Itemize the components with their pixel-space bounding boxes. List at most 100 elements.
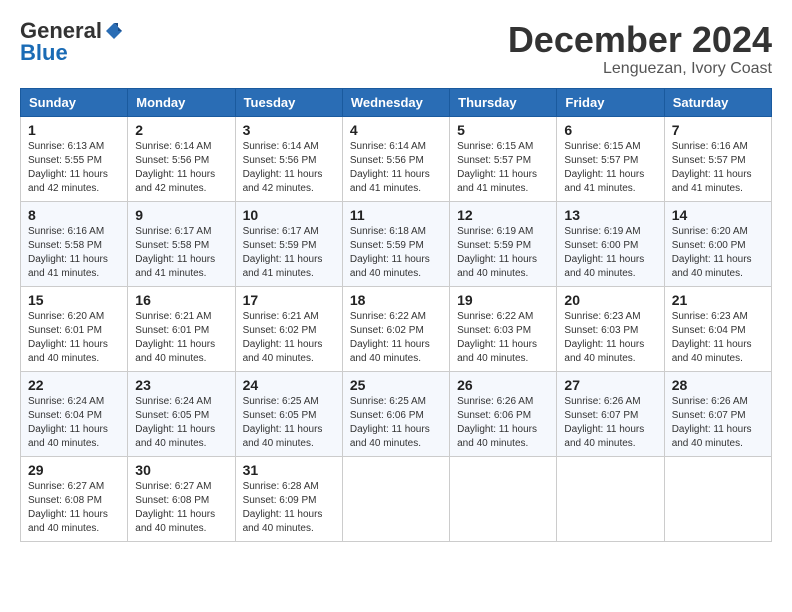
day-number: 8 [28,207,120,223]
day-number: 14 [672,207,764,223]
calendar-cell: 25 Sunrise: 6:25 AMSunset: 6:06 PMDayligh… [342,371,449,456]
day-info: Sunrise: 6:24 AMSunset: 6:05 PMDaylight:… [135,395,227,451]
calendar-cell [450,456,557,541]
day-number: 25 [350,377,442,393]
calendar-cell: 8 Sunrise: 6:16 AMSunset: 5:58 PMDaylight… [21,201,128,286]
day-info: Sunrise: 6:15 AMSunset: 5:57 PMDaylight:… [457,140,549,196]
day-number: 7 [672,122,764,138]
calendar-cell: 11Sunrise: 6:18 AMSunset: 5:59 PMDayligh… [342,201,449,286]
calendar-cell: 5 Sunrise: 6:15 AMSunset: 5:57 PMDaylight… [450,116,557,201]
calendar-cell: 4 Sunrise: 6:14 AMSunset: 5:56 PMDaylight… [342,116,449,201]
calendar-cell: 28 Sunrise: 6:26 AMSunset: 6:07 PMDayligh… [664,371,771,456]
calendar-cell: 7 Sunrise: 6:16 AMSunset: 5:57 PMDaylight… [664,116,771,201]
day-info: Sunrise: 6:17 AMSunset: 5:58 PMDaylight:… [135,225,227,281]
calendar-cell: 14 Sunrise: 6:20 AMSunset: 6:00 PMDayligh… [664,201,771,286]
weekday-header-row: SundayMondayTuesdayWednesdayThursdayFrid… [21,88,772,116]
calendar-cell: 19Sunrise: 6:22 AMSunset: 6:03 PMDayligh… [450,286,557,371]
calendar-cell: 15 Sunrise: 6:20 AMSunset: 6:01 PMDayligh… [21,286,128,371]
day-number: 30 [135,462,227,478]
day-number: 26 [457,377,549,393]
day-number: 29 [28,462,120,478]
calendar-cell: 21 Sunrise: 6:23 AMSunset: 6:04 PMDayligh… [664,286,771,371]
day-number: 1 [28,122,120,138]
calendar-cell: 6 Sunrise: 6:15 AMSunset: 5:57 PMDaylight… [557,116,664,201]
calendar-cell: 18 Sunrise: 6:22 AMSunset: 6:02 PMDayligh… [342,286,449,371]
weekday-header: Tuesday [235,88,342,116]
day-info: Sunrise: 6:14 AMSunset: 5:56 PMDaylight:… [350,140,442,196]
day-info: Sunrise: 6:21 AMSunset: 6:01 PMDaylight:… [135,310,227,366]
calendar-table: SundayMondayTuesdayWednesdayThursdayFrid… [20,88,772,542]
day-info: Sunrise: 6:21 AMSunset: 6:02 PMDaylight:… [243,310,335,366]
calendar-cell: 17 Sunrise: 6:21 AMSunset: 6:02 PMDayligh… [235,286,342,371]
calendar-cell: 22Sunrise: 6:24 AMSunset: 6:04 PMDayligh… [21,371,128,456]
day-number: 28 [672,377,764,393]
calendar-cell: 29 Sunrise: 6:27 AMSunset: 6:08 PMDayligh… [21,456,128,541]
day-info: Sunrise: 6:23 AMSunset: 6:04 PMDaylight:… [672,310,764,366]
day-number: 23 [135,377,227,393]
calendar-cell: 9 Sunrise: 6:17 AMSunset: 5:58 PMDaylight… [128,201,235,286]
calendar-cell: 20Sunrise: 6:23 AMSunset: 6:03 PMDayligh… [557,286,664,371]
calendar-cell: 3 Sunrise: 6:14 AMSunset: 5:56 PMDaylight… [235,116,342,201]
calendar-cell [342,456,449,541]
day-info: Sunrise: 6:25 AMSunset: 6:06 PMDaylight:… [350,395,442,451]
day-info: Sunrise: 6:14 AMSunset: 5:56 PMDaylight:… [243,140,335,196]
calendar-cell: 16 Sunrise: 6:21 AMSunset: 6:01 PMDayligh… [128,286,235,371]
calendar-cell: 13Sunrise: 6:19 AMSunset: 6:00 PMDayligh… [557,201,664,286]
weekday-header: Thursday [450,88,557,116]
day-number: 18 [350,292,442,308]
day-info: Sunrise: 6:19 AMSunset: 5:59 PMDaylight:… [457,225,549,281]
day-info: Sunrise: 6:28 AMSunset: 6:09 PMDaylight:… [243,480,335,536]
day-info: Sunrise: 6:20 AMSunset: 6:00 PMDaylight:… [672,225,764,281]
logo-general-text: General [20,20,102,42]
day-info: Sunrise: 6:26 AMSunset: 6:07 PMDaylight:… [672,395,764,451]
day-info: Sunrise: 6:20 AMSunset: 6:01 PMDaylight:… [28,310,120,366]
calendar-cell: 23 Sunrise: 6:24 AMSunset: 6:05 PMDayligh… [128,371,235,456]
day-number: 12 [457,207,549,223]
calendar-cell: 31Sunrise: 6:28 AMSunset: 6:09 PMDayligh… [235,456,342,541]
day-info: Sunrise: 6:16 AMSunset: 5:58 PMDaylight:… [28,225,120,281]
calendar-cell: 1Sunrise: 6:13 AMSunset: 5:55 PMDaylight… [21,116,128,201]
day-number: 10 [243,207,335,223]
day-info: Sunrise: 6:14 AMSunset: 5:56 PMDaylight:… [135,140,227,196]
day-number: 21 [672,292,764,308]
day-info: Sunrise: 6:19 AMSunset: 6:00 PMDaylight:… [564,225,656,281]
day-info: Sunrise: 6:16 AMSunset: 5:57 PMDaylight:… [672,140,764,196]
day-number: 3 [243,122,335,138]
weekday-header: Sunday [21,88,128,116]
calendar-cell: 2 Sunrise: 6:14 AMSunset: 5:56 PMDaylight… [128,116,235,201]
weekday-header: Friday [557,88,664,116]
location-title: Lenguezan, Ivory Coast [508,60,772,78]
day-number: 27 [564,377,656,393]
day-number: 4 [350,122,442,138]
day-number: 16 [135,292,227,308]
calendar-cell: 12 Sunrise: 6:19 AMSunset: 5:59 PMDayligh… [450,201,557,286]
calendar-cell [664,456,771,541]
calendar-cell: 10Sunrise: 6:17 AMSunset: 5:59 PMDayligh… [235,201,342,286]
day-number: 9 [135,207,227,223]
day-number: 5 [457,122,549,138]
day-info: Sunrise: 6:22 AMSunset: 6:02 PMDaylight:… [350,310,442,366]
day-number: 20 [564,292,656,308]
calendar-cell: 27Sunrise: 6:26 AMSunset: 6:07 PMDayligh… [557,371,664,456]
day-number: 17 [243,292,335,308]
day-number: 19 [457,292,549,308]
day-info: Sunrise: 6:15 AMSunset: 5:57 PMDaylight:… [564,140,656,196]
calendar-cell: 24Sunrise: 6:25 AMSunset: 6:05 PMDayligh… [235,371,342,456]
title-block: December 2024 Lenguezan, Ivory Coast [508,20,772,78]
day-info: Sunrise: 6:27 AMSunset: 6:08 PMDaylight:… [135,480,227,536]
calendar-week-row: 22Sunrise: 6:24 AMSunset: 6:04 PMDayligh… [21,371,772,456]
day-number: 6 [564,122,656,138]
day-info: Sunrise: 6:27 AMSunset: 6:08 PMDaylight:… [28,480,120,536]
calendar-cell [557,456,664,541]
day-info: Sunrise: 6:26 AMSunset: 6:06 PMDaylight:… [457,395,549,451]
calendar-week-row: 29 Sunrise: 6:27 AMSunset: 6:08 PMDayligh… [21,456,772,541]
calendar-week-row: 15 Sunrise: 6:20 AMSunset: 6:01 PMDayligh… [21,286,772,371]
weekday-header: Monday [128,88,235,116]
day-number: 15 [28,292,120,308]
day-number: 2 [135,122,227,138]
month-title: December 2024 [508,20,772,60]
logo: General Blue [20,20,124,64]
day-info: Sunrise: 6:25 AMSunset: 6:05 PMDaylight:… [243,395,335,451]
page-header: General Blue December 2024 Lenguezan, Iv… [20,20,772,78]
day-number: 22 [28,377,120,393]
